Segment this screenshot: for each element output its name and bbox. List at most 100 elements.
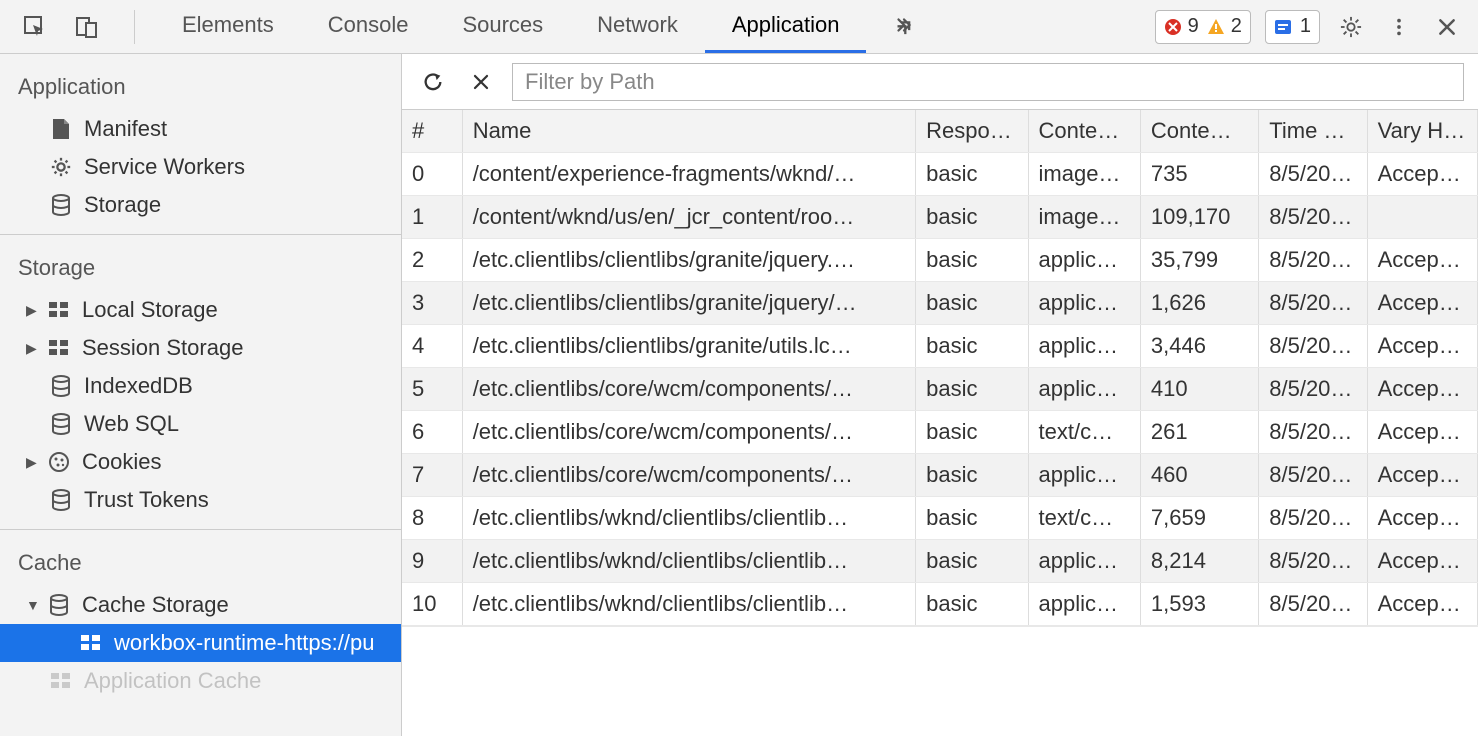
cell-response: basic [916,411,1028,454]
cell-content-type: applic… [1028,325,1140,368]
table-row[interactable]: 5/etc.clientlibs/core/wcm/components/…ba… [402,368,1478,411]
cell-index: 4 [402,325,462,368]
cell-index: 10 [402,583,462,626]
cell-vary [1367,196,1477,239]
clear-icon[interactable] [464,65,498,99]
sidebar-item-websql[interactable]: Web SQL [0,405,401,443]
sidebar-item-label: Session Storage [82,335,243,361]
col-header-content-type[interactable]: Conte… [1028,110,1140,153]
cell-response: basic [916,454,1028,497]
col-header-name[interactable]: Name [462,110,915,153]
cell-content-length: 8,214 [1140,540,1258,583]
col-header-response[interactable]: Respo… [916,110,1028,153]
table-header-row: # Name Respo… Conte… Conte… Time … Vary … [402,110,1478,153]
sidebar-item-cache-storage[interactable]: ▼ Cache Storage [0,586,401,624]
table-row[interactable]: 8/etc.clientlibs/wknd/clientlibs/clientl… [402,497,1478,540]
table-row[interactable]: 9/etc.clientlibs/wknd/clientlibs/clientl… [402,540,1478,583]
tab-more-icon[interactable] [866,0,942,53]
cookie-icon [46,451,72,473]
table-row[interactable]: 10/etc.clientlibs/wknd/clientlibs/client… [402,583,1478,626]
kebab-menu-icon[interactable] [1382,10,1416,44]
triangle-right-icon: ▶ [26,454,42,471]
gear-icon [48,156,74,178]
cell-content-length: 410 [1140,368,1258,411]
cell-index: 7 [402,454,462,497]
cell-response: basic [916,583,1028,626]
tab-console[interactable]: Console [301,0,436,53]
sidebar-item-label: Cache Storage [82,592,229,618]
sidebar-item-indexeddb[interactable]: IndexedDB [0,367,401,405]
sidebar-item-local-storage[interactable]: ▶ Local Storage [0,291,401,329]
sidebar-item-label: Cookies [82,449,161,475]
cell-name: /etc.clientlibs/wknd/clientlibs/clientli… [462,540,915,583]
cell-name: /etc.clientlibs/clientlibs/granite/utils… [462,325,915,368]
close-devtools-icon[interactable] [1430,10,1464,44]
warnings-count: 2 [1231,15,1242,38]
cell-content-length: 35,799 [1140,239,1258,282]
col-header-index[interactable]: # [402,110,462,153]
table-row[interactable]: 1/content/wknd/us/en/_jcr_content/roo…ba… [402,196,1478,239]
sidebar-item-session-storage[interactable]: ▶ Session Storage [0,329,401,367]
sidebar-item-cookies[interactable]: ▶ Cookies [0,443,401,481]
sidebar-item-workbox-cache[interactable]: workbox-runtime-https://pu [0,624,401,662]
file-icon [48,118,74,140]
cell-index: 0 [402,153,462,196]
cell-content-type: applic… [1028,282,1140,325]
col-header-time[interactable]: Time … [1259,110,1367,153]
table-row[interactable]: 0/content/experience-fragments/wknd/…bas… [402,153,1478,196]
cell-index: 8 [402,497,462,540]
cell-response: basic [916,368,1028,411]
cell-vary: Accep… [1367,583,1477,626]
cell-vary: Accep… [1367,454,1477,497]
sidebar-item-application-cache[interactable]: Application Cache [0,662,401,700]
cell-time: 8/5/20… [1259,454,1367,497]
warning-icon [1207,18,1225,36]
database-icon [48,489,74,511]
sidebar-item-label: IndexedDB [84,373,193,399]
cell-content-length: 460 [1140,454,1258,497]
cell-index: 3 [402,282,462,325]
sidebar-item-service-workers[interactable]: Service Workers [0,148,401,186]
cache-storage-content: # Name Respo… Conte… Conte… Time … Vary … [402,54,1478,736]
filter-by-path-input[interactable] [512,63,1464,101]
table-row[interactable]: 3/etc.clientlibs/clientlibs/granite/jque… [402,282,1478,325]
cell-vary: Accep… [1367,411,1477,454]
cell-vary: Accep… [1367,282,1477,325]
cell-name: /etc.clientlibs/core/wcm/components/… [462,368,915,411]
cell-content-type: text/c… [1028,411,1140,454]
issues-badge[interactable]: 1 [1265,10,1320,44]
refresh-icon[interactable] [416,65,450,99]
sidebar-item-label: Application Cache [84,668,261,694]
col-header-content-length[interactable]: Conte… [1140,110,1258,153]
toggle-device-icon[interactable] [70,10,104,44]
sidebar-item-storage[interactable]: Storage [0,186,401,224]
table-row[interactable]: 7/etc.clientlibs/core/wcm/components/…ba… [402,454,1478,497]
table-row[interactable]: 4/etc.clientlibs/clientlibs/granite/util… [402,325,1478,368]
table-icon [46,301,72,319]
sidebar-item-manifest[interactable]: Manifest [0,110,401,148]
cache-toolbar [402,54,1478,110]
cell-name: /etc.clientlibs/clientlibs/granite/jquer… [462,282,915,325]
settings-icon[interactable] [1334,10,1368,44]
tab-network[interactable]: Network [570,0,705,53]
database-icon [48,375,74,397]
cell-vary: Accep… [1367,325,1477,368]
table-row[interactable]: 2/etc.clientlibs/clientlibs/granite/jque… [402,239,1478,282]
tab-application[interactable]: Application [705,0,867,53]
section-header-application: Application [0,54,401,110]
col-header-vary[interactable]: Vary H… [1367,110,1477,153]
cell-vary: Accep… [1367,153,1477,196]
cell-content-type: applic… [1028,454,1140,497]
cell-name: /etc.clientlibs/wknd/clientlibs/clientli… [462,583,915,626]
inspect-element-icon[interactable] [18,10,52,44]
cell-content-type: image… [1028,196,1140,239]
tab-elements[interactable]: Elements [155,0,301,53]
tab-sources[interactable]: Sources [435,0,570,53]
cell-time: 8/5/20… [1259,325,1367,368]
error-warning-badge[interactable]: 9 2 [1155,10,1251,44]
table-icon [78,634,104,652]
table-row[interactable]: 6/etc.clientlibs/core/wcm/components/…ba… [402,411,1478,454]
sidebar-item-trust-tokens[interactable]: Trust Tokens [0,481,401,519]
cell-time: 8/5/20… [1259,153,1367,196]
cell-name: /content/experience-fragments/wknd/… [462,153,915,196]
